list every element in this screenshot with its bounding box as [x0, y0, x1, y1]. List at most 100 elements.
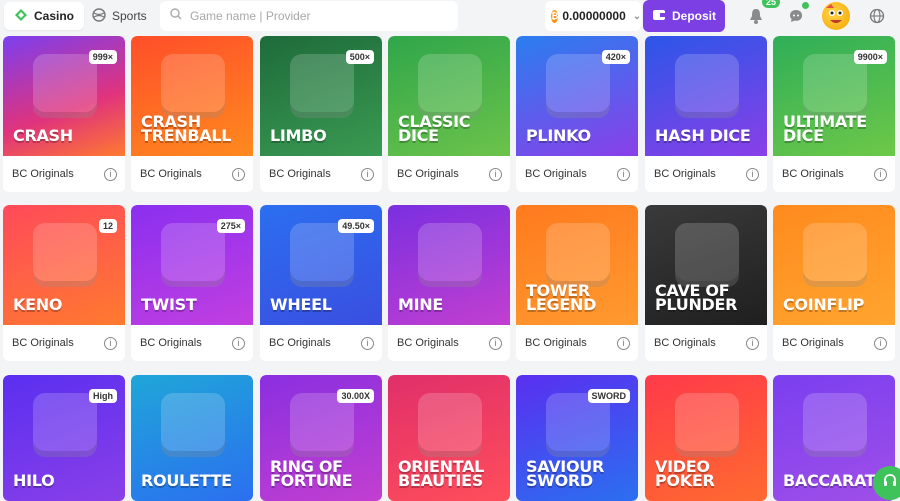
info-icon[interactable]: i [617, 167, 630, 181]
game-card[interactable]: CRASH TRENBALL BC Originals i [131, 36, 253, 192]
game-card[interactable]: 12 KENO BC Originals i [3, 205, 125, 361]
game-title: PLINKO [526, 126, 591, 145]
search-input[interactable] [190, 9, 440, 23]
game-thumbnail[interactable]: 30.00X RING OF FORTUNE [260, 375, 382, 501]
game-card[interactable]: 500× LIMBO BC Originals i [260, 36, 382, 192]
game-card[interactable]: High HILO [3, 375, 125, 501]
game-art-label: 420× [601, 50, 630, 64]
sports-icon [92, 7, 106, 25]
game-artwork [33, 393, 97, 457]
support-button[interactable] [873, 466, 900, 500]
tab-casino[interactable]: Casino [4, 2, 85, 30]
game-card[interactable]: CAVE OF PLUNDER BC Originals i [645, 205, 767, 361]
game-title: LIMBO [270, 126, 327, 145]
game-card[interactable]: CLASSIC DICE BC Originals i [388, 36, 510, 192]
game-card[interactable]: VIDEO POKER [645, 375, 767, 501]
game-card[interactable]: 275× TWIST BC Originals i [131, 205, 253, 361]
wallet-icon [652, 9, 666, 24]
chevron-down-icon: ⌄ [632, 10, 642, 22]
game-thumbnail[interactable]: TOWER LEGEND [516, 205, 638, 325]
deposit-button[interactable]: Deposit [643, 0, 725, 32]
game-thumbnail[interactable]: VIDEO POKER [645, 375, 767, 501]
game-thumbnail[interactable]: HASH DICE [645, 36, 767, 156]
game-card[interactable]: TOWER LEGEND BC Originals i [516, 205, 638, 361]
provider-row: BC Originals i [773, 156, 895, 192]
game-title: RING OF FORTUNE [270, 457, 353, 490]
game-thumbnail[interactable]: 9900× ULTIMATE DICE [773, 36, 895, 156]
game-thumbnail[interactable]: CLASSIC DICE [388, 36, 510, 156]
game-title: HASH DICE [655, 126, 751, 145]
globe-icon[interactable] [867, 6, 887, 26]
info-icon[interactable]: i [104, 336, 117, 350]
game-artwork [675, 54, 739, 118]
game-thumbnail[interactable]: 500× LIMBO [260, 36, 382, 156]
provider-label: BC Originals [397, 337, 459, 349]
game-card[interactable]: 9900× ULTIMATE DICE BC Originals i [773, 36, 895, 192]
game-card[interactable]: SWORD SAVIOUR SWORD [516, 375, 638, 501]
game-title: TWIST [141, 295, 197, 314]
info-icon[interactable]: i [489, 336, 502, 350]
game-title: SAVIOUR SWORD [526, 457, 604, 490]
game-card[interactable]: 30.00X RING OF FORTUNE [260, 375, 382, 501]
balance-selector[interactable]: ₿ 0.00000000 ⌄ [545, 1, 641, 31]
game-thumbnail[interactable]: 420× PLINKO [516, 36, 638, 156]
game-title: CAVE OF PLUNDER [655, 281, 738, 314]
game-artwork [803, 393, 867, 457]
provider-row: BC Originals i [516, 325, 638, 361]
info-icon[interactable]: i [617, 336, 630, 350]
game-thumbnail[interactable]: 12 KENO [3, 205, 125, 325]
chat-icon[interactable] [786, 6, 806, 26]
notification-bell-icon[interactable] [746, 6, 766, 26]
info-icon[interactable]: i [874, 336, 887, 350]
game-card[interactable]: ROULETTE [131, 375, 253, 501]
game-art-label: 500× [345, 50, 374, 64]
game-card[interactable]: MINE BC Originals i [388, 205, 510, 361]
game-card[interactable]: HASH DICE BC Originals i [645, 36, 767, 192]
game-art-label: 49.50× [338, 219, 374, 233]
game-thumbnail[interactable]: ORIENTAL BEAUTIES [388, 375, 510, 501]
game-art-label: High [89, 389, 117, 403]
balance-amount: 0.00000000 [562, 9, 626, 23]
tab-sports-label: Sports [112, 9, 147, 23]
info-icon[interactable]: i [746, 167, 759, 181]
info-icon[interactable]: i [489, 167, 502, 181]
info-icon[interactable]: i [874, 167, 887, 181]
game-card[interactable]: 420× PLINKO BC Originals i [516, 36, 638, 192]
info-icon[interactable]: i [232, 167, 245, 181]
game-title: CRASH [13, 126, 73, 145]
game-card[interactable]: COINFLIP BC Originals i [773, 205, 895, 361]
info-icon[interactable]: i [232, 336, 245, 350]
casino-icon [14, 8, 28, 25]
tab-sports[interactable]: Sports [82, 2, 157, 30]
game-artwork [161, 223, 225, 287]
game-thumbnail[interactable]: COINFLIP [773, 205, 895, 325]
info-icon[interactable]: i [104, 167, 117, 181]
game-thumbnail[interactable]: 49.50× WHEEL [260, 205, 382, 325]
game-title: CLASSIC DICE [398, 112, 471, 145]
game-card[interactable]: 49.50× WHEEL BC Originals i [260, 205, 382, 361]
game-thumbnail[interactable]: CRASH TRENBALL [131, 36, 253, 156]
game-artwork [803, 223, 867, 287]
game-thumbnail[interactable]: MINE [388, 205, 510, 325]
info-icon[interactable]: i [361, 336, 374, 350]
game-card[interactable]: 999× CRASH BC Originals i [3, 36, 125, 192]
provider-label: BC Originals [12, 337, 74, 349]
game-thumbnail[interactable]: ROULETTE [131, 375, 253, 501]
top-bar: Casino Sports ₿ 0.00000000 ⌄ Deposit 25 [0, 0, 900, 33]
game-card[interactable]: ORIENTAL BEAUTIES [388, 375, 510, 501]
info-icon[interactable]: i [746, 336, 759, 350]
game-thumbnail[interactable]: CAVE OF PLUNDER [645, 205, 767, 325]
game-thumbnail[interactable]: 275× TWIST [131, 205, 253, 325]
game-thumbnail[interactable]: High HILO [3, 375, 125, 501]
provider-row: BC Originals i [3, 156, 125, 192]
provider-label: BC Originals [269, 337, 331, 349]
provider-row: BC Originals i [3, 325, 125, 361]
provider-label: BC Originals [12, 168, 74, 180]
game-thumbnail[interactable]: 999× CRASH [3, 36, 125, 156]
info-icon[interactable]: i [361, 167, 374, 181]
search-box[interactable] [160, 1, 458, 31]
game-thumbnail[interactable]: SWORD SAVIOUR SWORD [516, 375, 638, 501]
avatar[interactable] [822, 2, 850, 30]
game-artwork [546, 223, 610, 287]
provider-row: BC Originals i [773, 325, 895, 361]
